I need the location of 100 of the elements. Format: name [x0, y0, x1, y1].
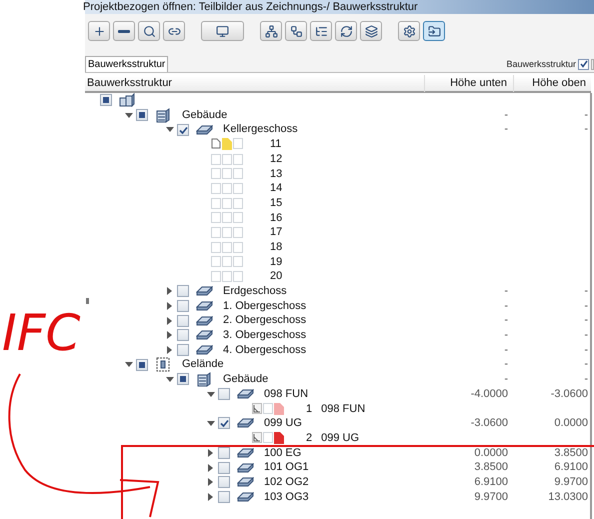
empty-slot[interactable] [263, 432, 273, 444]
sheet-label[interactable]: 098 FUN [321, 400, 366, 418]
empty-slot[interactable] [263, 402, 273, 414]
checkbox[interactable] [177, 314, 189, 327]
expand-arrow-icon[interactable] [167, 346, 172, 354]
empty-slot[interactable] [222, 227, 232, 238]
checkbox[interactable] [218, 446, 230, 459]
empty-slot[interactable] [222, 256, 232, 268]
collapse-arrow-icon[interactable] [124, 112, 132, 118]
toolbar-button[interactable] [398, 21, 420, 41]
column-header[interactable]: Höhe unten [425, 75, 514, 92]
checkbox[interactable] [218, 476, 230, 488]
tree-label[interactable]: 4. Obergeschoss [223, 342, 306, 358]
toolbar-button[interactable] [163, 21, 185, 41]
empty-slot[interactable] [222, 242, 232, 253]
toolbar-button[interactable] [310, 21, 332, 41]
expand-arrow-icon[interactable] [167, 316, 172, 325]
empty-slot[interactable] [211, 271, 221, 282]
empty-slot[interactable] [233, 242, 243, 253]
toolbar-button[interactable] [201, 21, 244, 41]
expand-arrow-icon[interactable] [167, 287, 172, 296]
empty-slot[interactable] [233, 168, 243, 180]
checkbox[interactable] [177, 344, 189, 356]
toolbar-button[interactable] [423, 21, 445, 41]
sheet-label[interactable]: 12 [270, 150, 282, 168]
collapse-arrow-icon[interactable] [206, 392, 214, 397]
empty-slot[interactable] [211, 154, 221, 165]
expand-arrow-icon[interactable] [208, 492, 213, 501]
sheet-label[interactable]: 19 [270, 254, 282, 270]
toolbar-button[interactable] [285, 21, 307, 41]
empty-slot[interactable] [233, 256, 243, 268]
checkbox[interactable] [177, 124, 189, 136]
tree-label[interactable]: Erdgeschoss [223, 283, 287, 300]
sheet-label[interactable]: 14 [270, 180, 282, 197]
sheet-label[interactable]: 099 UG [321, 430, 360, 446]
sheet-label[interactable]: 17 [270, 224, 282, 241]
sheet-label[interactable]: 13 [270, 166, 282, 182]
collapse-arrow-icon[interactable] [124, 362, 132, 368]
empty-slot[interactable] [233, 198, 243, 209]
empty-slot[interactable] [233, 154, 243, 165]
collapse-arrow-icon[interactable] [166, 127, 174, 132]
toolbar-button[interactable] [138, 21, 160, 41]
tree-label[interactable]: Gebäude [223, 371, 268, 388]
tree-label[interactable]: 101 OG1 [264, 459, 309, 476]
checkbox[interactable] [136, 109, 148, 122]
checkbox[interactable] [218, 490, 230, 503]
empty-slot[interactable] [233, 212, 243, 224]
column-header[interactable]: Bauwerksstruktur [85, 75, 425, 92]
tree-label[interactable]: 1. Obergeschoss [223, 298, 306, 314]
tab[interactable]: Bauwerksstruktur [85, 56, 168, 72]
tree-label[interactable]: 103 OG3 [264, 488, 309, 506]
tree-label[interactable]: Gelände [182, 356, 224, 373]
empty-slot[interactable] [233, 138, 243, 150]
expand-arrow-icon[interactable] [167, 331, 172, 340]
collapse-arrow-icon[interactable] [206, 420, 214, 426]
sheet-label[interactable]: 20 [270, 268, 282, 285]
expand-arrow-icon[interactable] [167, 302, 172, 310]
sheet-label[interactable]: 15 [270, 194, 282, 212]
empty-slot[interactable] [211, 256, 221, 268]
toolbar-button[interactable] [88, 21, 110, 41]
tree-label[interactable]: 2. Obergeschoss [223, 312, 306, 329]
empty-slot[interactable] [222, 182, 232, 194]
sheet-label[interactable]: 18 [270, 238, 282, 256]
empty-slot[interactable] [222, 212, 232, 224]
tree-label[interactable]: 102 OG2 [264, 474, 309, 490]
checkbox[interactable] [218, 462, 230, 474]
sheet-label[interactable]: 11 [270, 136, 282, 153]
checkbox[interactable] [218, 388, 230, 400]
checkbox[interactable] [177, 285, 189, 298]
empty-slot[interactable] [211, 212, 221, 224]
empty-slot[interactable] [211, 242, 221, 253]
tree-label[interactable]: 100 EG [264, 444, 302, 462]
checkbox[interactable] [177, 300, 189, 312]
empty-slot[interactable] [222, 154, 232, 165]
checkbox[interactable] [136, 358, 148, 371]
empty-slot[interactable] [211, 198, 221, 209]
toolbar-button[interactable] [260, 21, 282, 41]
sheet-label[interactable]: 16 [270, 210, 282, 226]
tree-label[interactable]: 099 UG [264, 415, 302, 432]
empty-slot[interactable] [233, 227, 243, 238]
view-toggle-checkbox[interactable] [578, 58, 589, 70]
empty-slot[interactable] [233, 271, 243, 282]
toolbar-button[interactable] [360, 21, 382, 41]
expand-arrow-icon[interactable] [208, 464, 213, 472]
tree-label[interactable]: Gebäude [182, 106, 228, 124]
checkbox[interactable] [100, 94, 112, 106]
tree-label[interactable]: Kellergeschoss [223, 121, 298, 138]
toolbar-button[interactable] [335, 21, 357, 41]
tree-label[interactable]: 098 FUN [264, 386, 308, 402]
empty-slot[interactable] [222, 198, 232, 209]
checkbox[interactable] [177, 373, 189, 386]
expand-arrow-icon[interactable] [208, 478, 213, 486]
empty-slot[interactable] [222, 168, 232, 180]
empty-slot[interactable] [211, 168, 221, 180]
checkbox[interactable] [177, 329, 189, 342]
column-header[interactable]: Höhe oben [514, 75, 588, 92]
checkbox[interactable] [218, 417, 230, 430]
expand-arrow-icon[interactable] [208, 448, 213, 457]
empty-slot[interactable] [211, 227, 221, 238]
empty-slot[interactable] [233, 182, 243, 194]
